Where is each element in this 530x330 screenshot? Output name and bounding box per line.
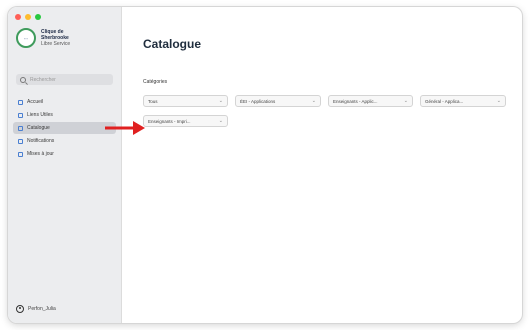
- sidebar-item-accueil[interactable]: Accueil: [13, 96, 116, 108]
- catalog-icon: [18, 125, 23, 131]
- sidebar-item-label: Mises à jour: [27, 151, 54, 157]
- chip-label: Enseignants - Applic...: [333, 98, 378, 104]
- brand: ··· Clique de Sherbrooke Libre Service: [16, 28, 70, 48]
- sidebar-nav: Accueil Liens Utiles Catalogue Notificat…: [13, 96, 116, 161]
- zoom-window-button[interactable]: [35, 14, 41, 20]
- brand-text: Clique de Sherbrooke Libre Service: [41, 29, 70, 47]
- category-chip-eei-applications[interactable]: ÉEI - Applications ⌄: [235, 95, 321, 107]
- user-profile[interactable]: Perfon_Julia: [16, 305, 56, 313]
- sidebar-item-catalogue[interactable]: Catalogue: [13, 122, 116, 134]
- clique-logo-icon: ···: [16, 28, 36, 48]
- chip-label: ÉEI - Applications: [240, 98, 276, 104]
- bell-icon: [18, 138, 23, 144]
- sidebar: ··· Clique de Sherbrooke Libre Service A…: [8, 7, 122, 323]
- brand-line-3: Libre Service: [41, 41, 71, 47]
- chip-label: Général - Applica...: [425, 98, 464, 104]
- chevron-icon: ⌄: [496, 98, 501, 104]
- sidebar-item-mises-a-jour[interactable]: Mises à jour: [13, 148, 116, 160]
- page-title: Catalogue: [143, 37, 202, 51]
- window-controls: [15, 14, 41, 20]
- chevron-icon: ⌄: [311, 98, 316, 104]
- sidebar-item-liens-utiles[interactable]: Liens Utiles: [13, 109, 116, 121]
- category-chip-enseignants-applications[interactable]: Enseignants - Applic... ⌄: [328, 95, 413, 107]
- app-window: ··· Clique de Sherbrooke Libre Service A…: [8, 7, 522, 323]
- update-icon: [18, 151, 23, 157]
- chip-label: Enseignants - Impri...: [148, 118, 191, 124]
- chevron-icon: ⌄: [218, 118, 223, 124]
- chevron-icon: ⌄: [218, 98, 223, 104]
- search-box[interactable]: [16, 74, 113, 85]
- user-name: Perfon_Julia: [28, 306, 56, 312]
- sidebar-item-label: Accueil: [27, 99, 44, 105]
- minimize-window-button[interactable]: [25, 14, 31, 20]
- categories-label: Catégories: [143, 79, 168, 85]
- avatar-icon: [16, 305, 24, 313]
- sidebar-item-label: Liens Utiles: [27, 112, 53, 118]
- close-window-button[interactable]: [15, 14, 21, 20]
- category-chip-enseignants-imprimantes[interactable]: Enseignants - Impri... ⌄: [143, 115, 228, 127]
- sidebar-item-label: Catalogue: [27, 125, 50, 131]
- home-icon: [18, 99, 23, 105]
- chip-label: Tous: [148, 98, 158, 104]
- main-content: Catalogue Catégories Tous ⌄ ÉEI - Applic…: [122, 7, 522, 323]
- search-input[interactable]: [30, 76, 110, 83]
- red-arrow-annotation: [105, 121, 145, 135]
- sidebar-item-notifications[interactable]: Notifications: [13, 135, 116, 147]
- category-chip-general-applications[interactable]: Général - Applica... ⌄: [420, 95, 506, 107]
- sidebar-item-label: Notifications: [27, 138, 55, 144]
- search-icon: [20, 76, 26, 83]
- chevron-icon: ⌄: [403, 98, 408, 104]
- category-chip-tous[interactable]: Tous ⌄: [143, 95, 228, 107]
- link-icon: [18, 112, 23, 118]
